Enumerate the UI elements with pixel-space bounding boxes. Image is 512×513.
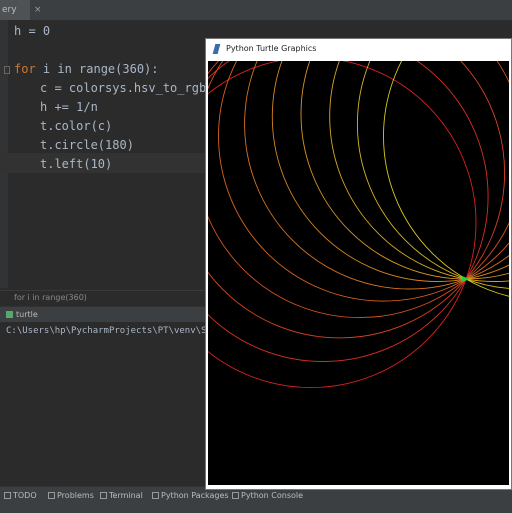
python-packages-button[interactable]: Python Packages xyxy=(152,491,229,500)
todo-button[interactable]: TODO xyxy=(4,491,37,500)
run-tab-turtle[interactable]: turtle xyxy=(6,307,38,323)
spiro-circle xyxy=(271,61,509,282)
packages-icon xyxy=(152,492,159,499)
spiro-circle xyxy=(300,61,509,280)
terminal-icon xyxy=(100,492,107,499)
breadcrumb[interactable]: for i in range(360) xyxy=(0,290,207,304)
spiro-circle xyxy=(218,61,509,302)
list-icon xyxy=(4,492,11,499)
spiro-circle xyxy=(329,61,509,282)
code-line-1: h = 0 xyxy=(14,24,51,38)
terminal-button[interactable]: Terminal xyxy=(100,491,143,500)
window-title: Python Turtle Graphics xyxy=(206,39,511,59)
python-run-icon xyxy=(6,311,13,318)
spiro-circle xyxy=(208,61,506,339)
turtle-canvas[interactable] xyxy=(208,61,509,485)
spiro-circle xyxy=(208,61,489,362)
problems-icon xyxy=(48,492,55,499)
python-console-button[interactable]: Python Console xyxy=(232,491,303,500)
tool-window-bar: TODO Problems Terminal Python Packages P… xyxy=(0,486,512,513)
spirograph-drawing xyxy=(208,61,509,389)
spiro-circle xyxy=(208,61,477,389)
code-line-7: t.left(10) xyxy=(40,157,113,171)
console-command-path: C:\Users\hp\PycharmProjects\PT\venv\Sc xyxy=(6,326,212,336)
fold-marker-icon[interactable] xyxy=(4,66,10,74)
close-tab-icon[interactable]: × xyxy=(34,5,42,15)
editor-tab-bar: ery × xyxy=(0,0,512,21)
console-icon xyxy=(232,492,239,499)
code-line-3: c = colorsys.hsv_to_rgb( xyxy=(40,81,214,95)
code-line-5: t.color(c) xyxy=(40,119,113,133)
editor-tab[interactable]: ery xyxy=(0,0,30,20)
code-line-2: for i in range(360): xyxy=(14,62,159,76)
code-line-4: h += 1/n xyxy=(40,100,98,114)
spiro-circle xyxy=(383,61,509,297)
problems-button[interactable]: Problems xyxy=(48,491,94,500)
turtle-graphics-window[interactable]: Python Turtle Graphics xyxy=(205,38,512,490)
feather-icon xyxy=(212,44,221,54)
code-line-6: t.circle(180) xyxy=(40,138,134,152)
